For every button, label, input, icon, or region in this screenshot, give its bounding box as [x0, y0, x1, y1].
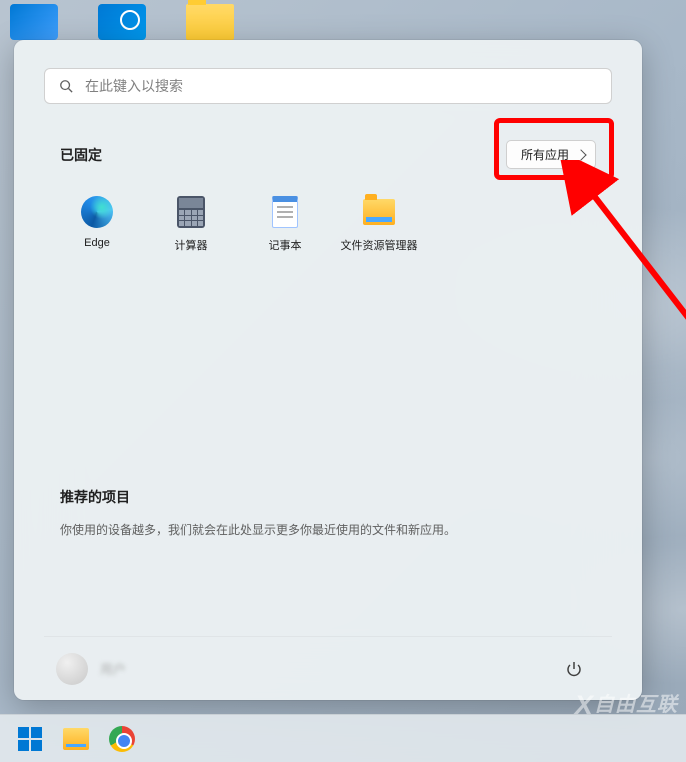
all-apps-button[interactable]: 所有应用: [506, 140, 596, 169]
calculator-icon: [174, 195, 208, 229]
avatar-icon: [56, 653, 88, 685]
desktop-icon-folder[interactable]: [186, 4, 234, 40]
pinned-title: 已固定: [60, 145, 102, 165]
start-button[interactable]: [10, 719, 50, 759]
edge-icon: [80, 195, 114, 229]
start-menu: 已固定 所有应用 Edge 计算器 记事本 文件资源管理器 推荐的项目 你使用的…: [14, 40, 642, 700]
power-button[interactable]: [556, 651, 592, 687]
pinned-app-edge[interactable]: Edge: [50, 191, 144, 257]
app-label: Edge: [84, 237, 110, 249]
pinned-app-notepad[interactable]: 记事本: [238, 191, 332, 257]
windows-logo-icon: [18, 727, 42, 751]
desktop-icons-row: [0, 4, 234, 40]
recommended-section: 推荐的项目 你使用的设备越多，我们就会在此处显示更多你最近使用的文件和新应用。: [44, 487, 612, 538]
search-box[interactable]: [44, 68, 612, 104]
notepad-icon: [268, 195, 302, 229]
desktop-icon-generic[interactable]: [10, 4, 58, 40]
recommended-empty-text: 你使用的设备越多，我们就会在此处显示更多你最近使用的文件和新应用。: [60, 521, 596, 538]
all-apps-label: 所有应用: [521, 146, 569, 163]
recommended-title: 推荐的项目: [60, 487, 596, 507]
power-icon: [566, 661, 582, 677]
app-label: 文件资源管理器: [341, 237, 418, 253]
pinned-header: 已固定 所有应用: [44, 140, 612, 169]
pinned-app-file-explorer[interactable]: 文件资源管理器: [332, 191, 426, 257]
pinned-app-calculator[interactable]: 计算器: [144, 191, 238, 257]
username-label: 用户: [100, 659, 126, 678]
chrome-icon: [109, 726, 135, 752]
taskbar-file-explorer[interactable]: [56, 719, 96, 759]
search-icon: [59, 79, 73, 93]
pinned-apps-grid: Edge 计算器 记事本 文件资源管理器: [44, 191, 612, 257]
folder-icon: [63, 728, 89, 750]
desktop-icon-control-panel[interactable]: [98, 4, 146, 40]
taskbar: [0, 714, 686, 762]
app-label: 记事本: [269, 237, 302, 253]
app-label: 计算器: [175, 237, 208, 253]
start-menu-footer: 用户: [44, 636, 612, 700]
user-account-button[interactable]: 用户: [56, 653, 126, 685]
chevron-right-icon: [575, 149, 586, 160]
taskbar-chrome[interactable]: [102, 719, 142, 759]
file-explorer-icon: [362, 195, 396, 229]
search-input[interactable]: [85, 78, 597, 94]
